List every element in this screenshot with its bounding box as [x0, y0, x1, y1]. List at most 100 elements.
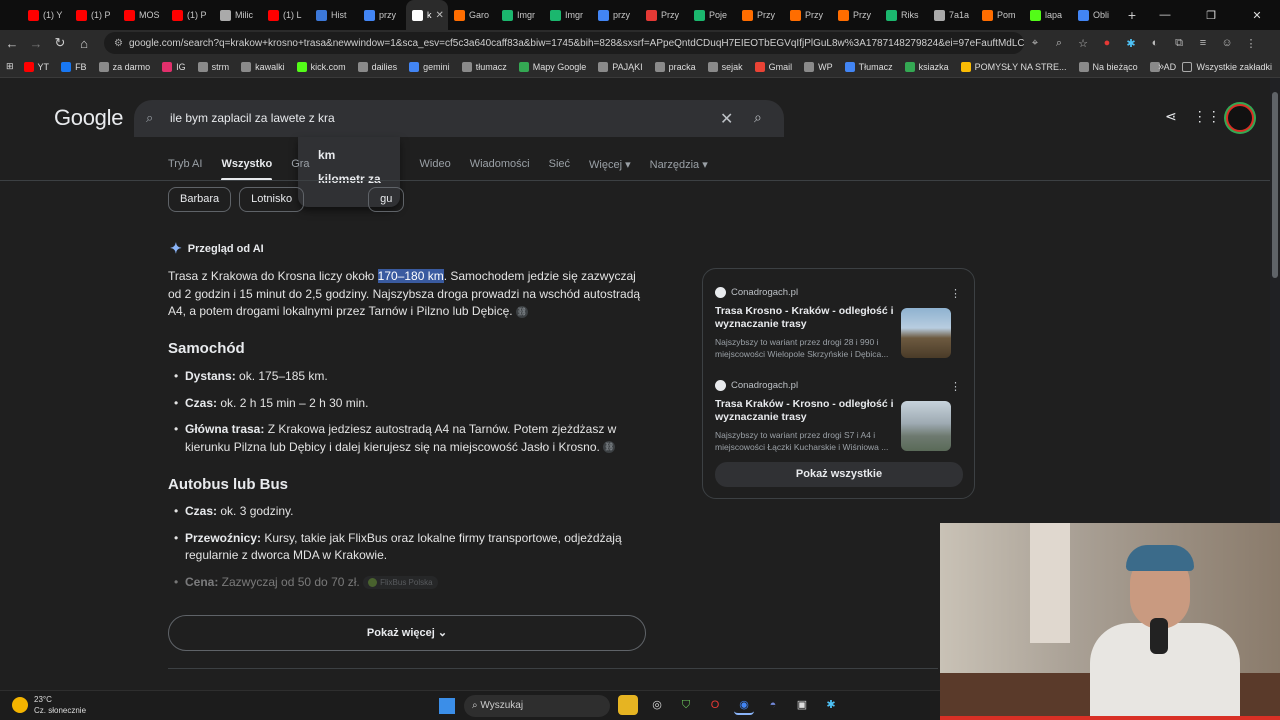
browser-tab[interactable]: Przy: [832, 0, 880, 30]
bookmark-item[interactable]: Gmail: [754, 61, 792, 72]
zoom-icon[interactable]: ⌕: [1050, 37, 1068, 50]
bookmark-item[interactable]: Tłumacz: [844, 61, 893, 72]
google-apps-icon[interactable]: ⋮⋮: [1193, 108, 1221, 125]
bookmark-item[interactable]: YT: [23, 61, 49, 72]
chip-partial[interactable]: gu: [368, 187, 405, 212]
bookmark-item[interactable]: WP: [804, 61, 833, 72]
source-thumbnail[interactable]: [901, 308, 951, 358]
bookmark-item[interactable]: Na bieżąco: [1078, 61, 1138, 72]
back-icon[interactable]: ←: [0, 36, 24, 51]
chrome-icon[interactable]: ◉: [734, 695, 754, 715]
link-icon[interactable]: ⛓: [515, 305, 528, 318]
source-pill[interactable]: FlixBus Polska: [363, 575, 438, 589]
shield-icon[interactable]: ⛉: [676, 695, 696, 715]
menu-icon[interactable]: ⋮: [1242, 37, 1260, 50]
tab-news[interactable]: Wiadomości: [470, 158, 530, 171]
show-more-button[interactable]: Pokaż więcej ⌄: [168, 615, 646, 651]
reload-icon[interactable]: ↻: [48, 35, 72, 51]
tab-more[interactable]: Więcej ▾: [589, 158, 631, 171]
home-icon[interactable]: ⌂: [72, 36, 96, 51]
tab-ai-mode[interactable]: Tryb AI: [168, 158, 202, 171]
tab-video[interactable]: Wideo: [420, 158, 451, 171]
restore-icon[interactable]: ❐: [1188, 9, 1234, 22]
tab-web[interactable]: Sieć: [549, 158, 570, 171]
apps-grid-icon[interactable]: ⊞: [6, 61, 14, 72]
site-info-icon[interactable]: ⚙: [114, 38, 123, 49]
show-all-button[interactable]: Pokaż wszystkie: [715, 462, 963, 487]
source-title[interactable]: Trasa Kraków - Krosno - odległość i wyzn…: [715, 398, 901, 424]
bookmark-item[interactable]: dailies: [357, 61, 397, 72]
bookmark-item[interactable]: IG: [162, 61, 186, 72]
weather-widget[interactable]: 23°C Cz. słonecznie: [12, 694, 86, 716]
address-bar[interactable]: ⚙ google.com/search?q=krakow+krosno+tras…: [104, 32, 1024, 54]
file-explorer-icon[interactable]: [618, 695, 638, 715]
browser-tab[interactable]: Riks: [880, 0, 928, 30]
profile-icon[interactable]: ☺: [1218, 37, 1236, 49]
more-options-icon[interactable]: ⋮: [950, 287, 961, 300]
opera-icon[interactable]: O: [705, 695, 725, 715]
scrollbar-thumb[interactable]: [1272, 92, 1278, 278]
all-bookmarks[interactable]: Wszystkie zakładki: [1182, 56, 1272, 78]
browser-tab[interactable]: Pom: [976, 0, 1024, 30]
close-tab-icon[interactable]: ✕: [436, 10, 444, 21]
new-tab-button[interactable]: +: [1120, 7, 1144, 23]
tab-tools[interactable]: Narzędzia ▾: [650, 158, 708, 171]
bookmark-item[interactable]: kick.com: [296, 61, 346, 72]
bookmark-item[interactable]: pracka: [654, 61, 696, 72]
bookmark-item[interactable]: ksiazka: [904, 61, 949, 72]
browser-tab[interactable]: Poje: [688, 0, 736, 30]
location-icon[interactable]: ⌖: [1026, 37, 1044, 50]
browser-tab[interactable]: przy: [358, 0, 406, 30]
avatar[interactable]: [1226, 104, 1254, 132]
browser-tab[interactable]: Przy: [640, 0, 688, 30]
browser-tab[interactable]: k ✕: [406, 0, 448, 30]
extensions-puzzle-icon[interactable]: ⧉: [1170, 37, 1188, 50]
app-icon[interactable]: ✱: [821, 695, 841, 715]
media-icon[interactable]: ≡: [1194, 37, 1212, 49]
browser-tab[interactable]: lapa: [1024, 0, 1072, 30]
search-box[interactable]: ⌕ ile bym zaplacil za lawete z kra ✕ ⌕: [134, 100, 784, 137]
browser-tab[interactable]: Garo: [448, 0, 496, 30]
app-icon[interactable]: ▣: [792, 695, 812, 715]
chip-lotnisko[interactable]: Lotnisko: [239, 187, 305, 212]
bookmark-item[interactable]: PAJĄKI: [598, 61, 643, 72]
source-title[interactable]: Trasa Krosno - Kraków - odległość i wyzn…: [715, 305, 901, 331]
bookmark-item[interactable]: strm: [197, 61, 229, 72]
browser-tab[interactable]: (1) Y: [22, 0, 70, 30]
bookmark-item[interactable]: za darmo: [98, 61, 150, 72]
extension-record-icon[interactable]: ●: [1098, 37, 1116, 49]
bookmark-item[interactable]: POMYSŁY NA STRE...: [960, 61, 1067, 72]
browser-tab[interactable]: (1) P: [70, 0, 118, 30]
browser-tab[interactable]: Imgr: [544, 0, 592, 30]
chip-barbara[interactable]: Barbara: [168, 187, 232, 212]
app-icon[interactable]: ◎: [647, 695, 667, 715]
bookmark-item[interactable]: kawalki: [241, 61, 285, 72]
minimize-icon[interactable]: —: [1142, 9, 1188, 21]
tab-graphics[interactable]: Gra: [291, 158, 309, 171]
taskbar-search[interactable]: ⌕ Wyszukaj: [464, 695, 610, 717]
browser-tab[interactable]: 7a1a: [928, 0, 976, 30]
bookmark-item[interactable]: tłumacz: [461, 61, 507, 72]
browser-tab[interactable]: (1) L: [262, 0, 310, 30]
browser-tab[interactable]: (1) P: [166, 0, 214, 30]
bookmark-item[interactable]: sejak: [707, 61, 743, 72]
search-submit-icon[interactable]: ⌕: [754, 109, 762, 126]
forward-icon[interactable]: →: [24, 36, 48, 51]
google-logo[interactable]: Google: [54, 105, 123, 131]
extension-translate-icon[interactable]: ✱: [1122, 37, 1140, 50]
browser-tab[interactable]: Milic: [214, 0, 262, 30]
more-options-icon[interactable]: ⋮: [950, 380, 961, 393]
browser-tab[interactable]: Imgr: [496, 0, 544, 30]
link-icon[interactable]: ⛓: [603, 441, 616, 454]
source-thumbnail[interactable]: [901, 401, 951, 451]
browser-tab[interactable]: Przy: [736, 0, 784, 30]
extension-icon[interactable]: ◐: [1146, 37, 1164, 49]
clear-icon[interactable]: ✕: [720, 109, 733, 129]
discord-icon[interactable]: ◓: [763, 695, 783, 715]
bookmark-item[interactable]: Mapy Google: [518, 61, 586, 72]
search-input[interactable]: ile bym zaplacil za lawete z kra: [170, 111, 335, 125]
browser-tab[interactable]: przy: [592, 0, 640, 30]
windows-start-icon[interactable]: [439, 698, 455, 714]
bookmarks-overflow-icon[interactable]: »: [1158, 56, 1164, 78]
browser-tab[interactable]: Obli: [1072, 0, 1120, 30]
